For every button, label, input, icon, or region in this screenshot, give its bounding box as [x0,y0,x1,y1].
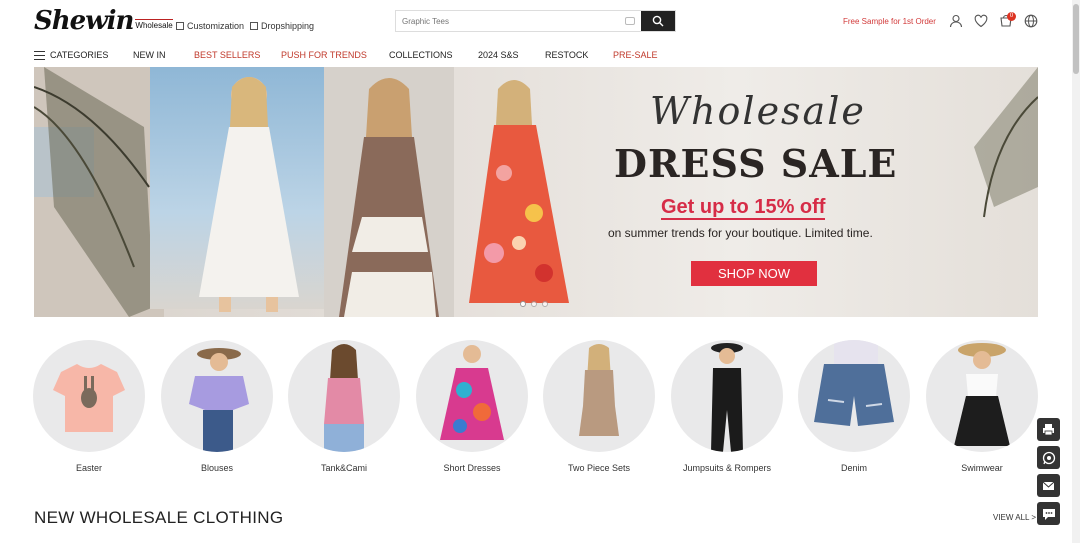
category-label: Jumpsuits & Rompers [682,463,772,473]
category-blouses[interactable]: Blouses [161,340,273,473]
nav-restock[interactable]: RESTOCK [545,50,588,60]
page-scrollbar[interactable] [1072,0,1080,543]
category-label: Short Dresses [443,463,501,473]
chat-button[interactable] [1037,502,1060,525]
category-label: Swimwear [961,463,1003,473]
swimwear-model-image [954,343,1010,446]
category-image [798,340,910,452]
scrollbar-thumb[interactable] [1073,4,1079,74]
category-label: Two Piece Sets [567,463,631,473]
carousel-dot[interactable] [531,301,537,307]
category-label: Tank&Cami [320,463,367,473]
easter-tshirt-image [53,364,125,432]
free-sample-link[interactable]: Free Sample for 1st Order [843,17,936,26]
category-image [671,340,783,452]
logo-subtext: Wholesale [135,19,173,30]
category-image [33,340,145,452]
whatsapp-icon [1042,451,1055,464]
hero-banner[interactable]: Wholesale DRESS SALE Get up to 15% off o… [34,67,1038,317]
mail-icon [1042,481,1055,490]
dropshipping-icon [250,22,258,30]
dropshipping-link[interactable]: Dropshipping [250,21,314,31]
nav-categories-label: CATEGORIES [50,49,109,60]
site-header: Shewin Wholesale Customization Dropshipp… [0,0,1072,44]
category-label: Easter [75,463,102,473]
page: Shewin Wholesale Customization Dropshipp… [0,0,1080,543]
floral-dress-model [469,80,569,303]
account-icon[interactable] [949,14,963,28]
customization-link[interactable]: Customization [176,21,244,31]
email-button[interactable] [1037,474,1060,497]
palm-leaf-right [974,67,1038,218]
chat-icon [1042,508,1055,520]
category-image [926,340,1038,452]
tiedye-dress-model [324,67,454,317]
tank-model-image [324,344,364,452]
jumpsuit-model-image [711,343,743,452]
wishlist-icon[interactable] [974,14,988,28]
category-label: Denim [840,463,867,473]
category-label: Blouses [200,463,234,473]
shop-now-button[interactable]: SHOP NOW [691,261,817,286]
section-title: NEW WHOLESALE CLOTHING [34,508,284,527]
category-image [416,340,528,452]
printer-icon [1043,424,1054,436]
hero-headline: DRESS SALE [614,141,898,186]
carousel-dots [520,301,548,307]
category-tank-cami[interactable]: Tank&Cami [288,340,400,473]
hero-offer: Get up to 15% off [661,196,826,220]
print-button[interactable] [1037,418,1060,441]
category-swimwear[interactable]: Swimwear [926,340,1038,473]
blouse-model-image [189,348,249,452]
whatsapp-button[interactable] [1037,446,1060,469]
two-piece-model-image [579,344,619,436]
category-image [543,340,655,452]
search-bar [395,10,676,32]
category-short-dresses[interactable]: Short Dresses [416,340,528,473]
category-denim[interactable]: Denim [798,340,910,473]
nav-pre-sale[interactable]: PRE-SALE [613,50,658,60]
category-jumpsuits-rompers[interactable]: Jumpsuits & Rompers [671,340,783,473]
camera-icon [625,17,635,25]
globe-icon[interactable] [1024,14,1038,28]
carousel-dot[interactable] [520,301,526,307]
camera-search-button[interactable] [619,11,641,31]
category-easter[interactable]: Easter [33,340,145,473]
carousel-dot[interactable] [542,301,548,307]
nav-new-in[interactable]: NEW IN [133,50,166,60]
cart-count-badge: 0 [1007,12,1016,21]
denim-shorts-image [814,340,894,426]
palm-leaf-left [34,67,164,317]
dropshipping-label: Dropshipping [261,21,315,31]
nav-best-sellers[interactable]: BEST SELLERS [194,50,260,60]
customization-label: Customization [187,21,245,31]
category-carousel: Easter Blouses Tank&Cami Short Dresses T… [33,340,1039,480]
hero-script-text: Wholesale [650,89,866,133]
nav-push-for-trends[interactable]: PUSH FOR TRENDS [281,50,367,60]
category-image [288,340,400,452]
nav-2024-ss[interactable]: 2024 S&S [478,50,519,60]
category-image [161,340,273,452]
customization-icon [176,22,184,30]
hero-subtext: on summer trends for your boutique. Limi… [608,226,873,240]
search-input[interactable] [396,11,619,31]
nav-categories[interactable]: CATEGORIES [34,49,109,61]
short-dress-model-image [440,345,504,440]
white-dress-model [199,77,299,312]
search-icon [652,15,664,27]
menu-icon [34,51,45,61]
search-button[interactable] [641,11,675,31]
logo-text: Shewin [34,6,134,36]
view-all-link[interactable]: VIEW ALL > [993,513,1036,522]
nav-collections[interactable]: COLLECTIONS [389,50,453,60]
logo[interactable]: Shewin Wholesale [34,6,173,36]
category-two-piece-sets[interactable]: Two Piece Sets [543,340,655,473]
